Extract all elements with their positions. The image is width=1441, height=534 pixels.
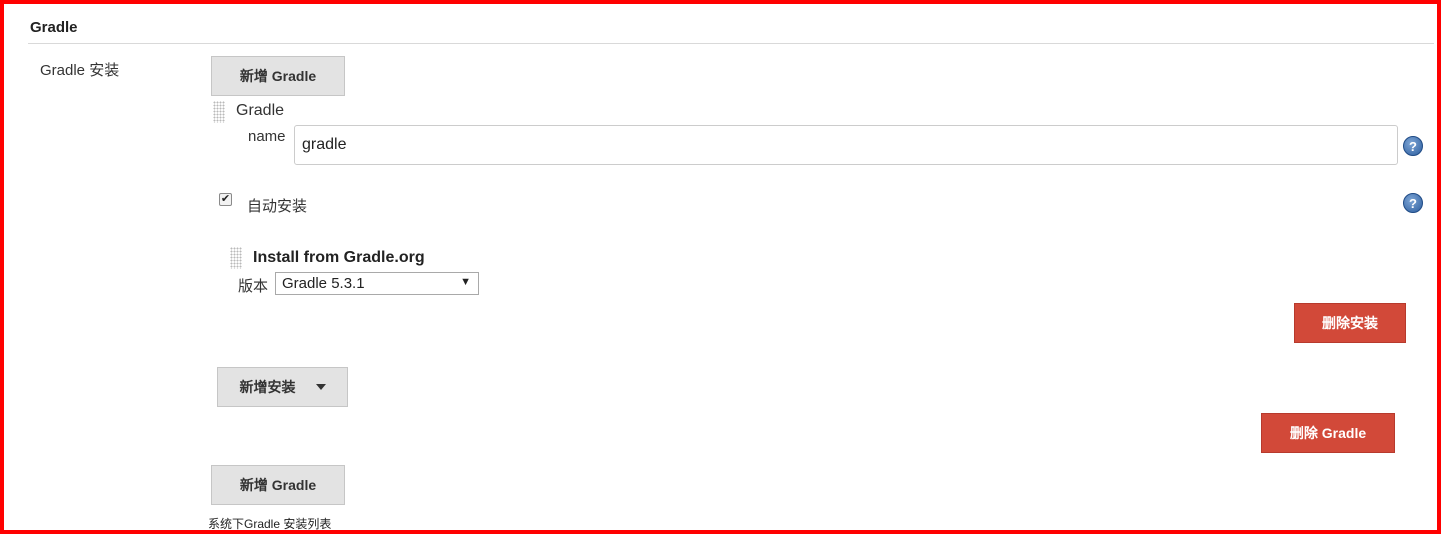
gradle-installations-label: Gradle 安装 xyxy=(40,62,120,79)
chevron-down-icon: ▼ xyxy=(460,276,471,288)
auto-install-label: 自动安装 xyxy=(247,198,308,215)
help-icon[interactable]: ? xyxy=(1403,193,1423,213)
version-selected-value: Gradle 5.3.1 xyxy=(282,275,365,292)
installer-title: Install from Gradle.org xyxy=(253,249,425,266)
add-installer-button[interactable]: 新增安装 xyxy=(217,367,348,407)
section-title: Gradle xyxy=(30,19,78,36)
help-icon[interactable]: ? xyxy=(1403,136,1423,156)
delete-gradle-button[interactable]: 删除 Gradle xyxy=(1261,413,1395,453)
section-divider xyxy=(28,43,1434,44)
name-label: name xyxy=(248,128,286,145)
drag-handle-icon[interactable] xyxy=(230,247,242,269)
delete-installer-button[interactable]: 删除安装 xyxy=(1294,303,1406,343)
version-select[interactable]: Gradle 5.3.1 ▼ xyxy=(275,272,479,295)
installation-title: Gradle xyxy=(236,102,285,119)
caret-down-icon xyxy=(315,384,326,390)
description-text: 系统下Gradle 安装列表 xyxy=(208,517,332,531)
add-gradle-button-top[interactable]: 新增 Gradle xyxy=(211,56,345,96)
drag-handle-icon[interactable] xyxy=(213,101,225,123)
auto-install-checkbox[interactable]: ✔ xyxy=(219,193,232,206)
add-gradle-button-bottom[interactable]: 新增 Gradle xyxy=(211,465,345,505)
version-label: 版本 xyxy=(238,278,269,295)
name-input[interactable] xyxy=(294,125,1398,165)
add-installer-label: 新增安装 xyxy=(239,379,296,395)
